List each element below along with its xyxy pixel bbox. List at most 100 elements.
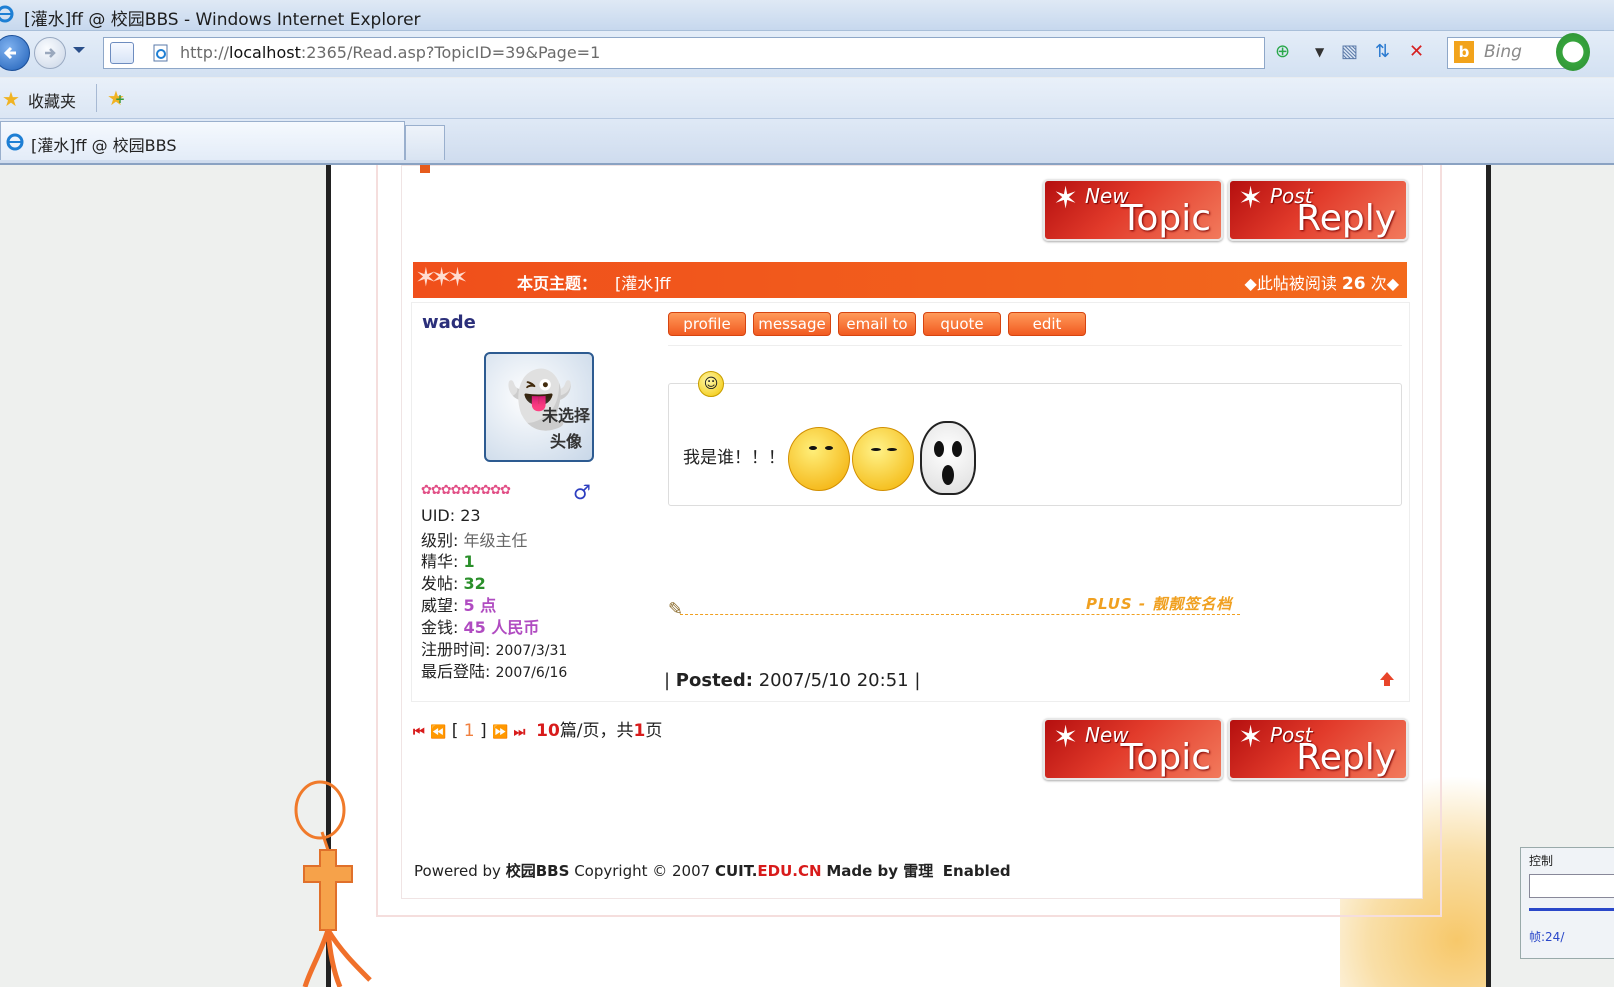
scream-mask-icon <box>920 421 976 495</box>
ie-logo-icon <box>0 5 14 23</box>
new-topic-big-label: Topic <box>1120 198 1211 239</box>
stat-last-login: 最后登陆: 2007/6/16 <box>421 662 568 681</box>
post-message-text: 我是谁！！！ <box>683 448 785 468</box>
male-gender-icon: ♂ <box>573 480 591 504</box>
waving-emoticon-icon <box>788 427 850 491</box>
new-topic-button[interactable]: ✶ New Topic <box>1043 179 1223 241</box>
compatibility-view-icon[interactable]: ▧ <box>1341 41 1358 62</box>
content-frame-right <box>1440 165 1442 917</box>
topic-label: 本页主题： <box>517 274 598 293</box>
post-author[interactable]: wade <box>422 312 476 333</box>
stat-prestige: 威望: 5 点 <box>421 596 497 615</box>
cross-ornament-icon <box>294 780 372 987</box>
post-reply-button[interactable]: ✶ Post Reply <box>1228 179 1408 241</box>
profile-button[interactable]: profile <box>668 312 746 336</box>
tab-ie-icon <box>6 133 24 151</box>
stat-posts: 发帖: 32 <box>421 574 486 593</box>
add-on-icon[interactable]: ⊕ <box>1275 41 1290 62</box>
post-reply-button-bottom[interactable]: ✶ Post Reply <box>1228 718 1408 780</box>
back-arrow-icon <box>3 46 16 60</box>
stop-icon[interactable]: ✕ <box>1409 41 1424 62</box>
search-go-button[interactable] <box>1556 33 1590 71</box>
control-label: 控制 <box>1529 854 1554 868</box>
post-reply-big-label: Reply <box>1296 737 1396 778</box>
smiley-icon: ☺ <box>698 371 724 397</box>
back-to-top-icon[interactable] <box>1379 671 1395 687</box>
bing-logo-icon: b <box>1454 41 1474 63</box>
search-input[interactable]: b Bing <box>1447 37 1569 69</box>
avatar-text-line1: 未选择 <box>542 406 591 425</box>
address-field[interactable]: http://localhost:2365/Read.asp?TopicID=3… <box>103 37 1265 69</box>
recent-pages-dropdown-icon[interactable] <box>72 45 86 55</box>
address-toolbar: http://localhost:2365/Read.asp?TopicID=3… <box>0 31 1614 77</box>
window-title: [灌水]ff @ 校园BBS - Windows Internet Explor… <box>24 10 421 30</box>
prev-page-icon[interactable]: ⏪ <box>430 725 446 740</box>
burst-icon: ✶ <box>1053 720 1079 755</box>
stat-money: 金钱: 45 人民币 <box>421 618 540 637</box>
back-button[interactable] <box>0 35 30 71</box>
add-favorite-icon[interactable]: ★ + <box>107 86 125 110</box>
burst-icon: ✶ <box>1238 181 1264 216</box>
refresh-icon[interactable]: ⇅ <box>1375 41 1390 62</box>
signature-text: PLUS - 靓靓签名档 <box>1086 595 1233 613</box>
last-page-icon[interactable]: ⏭ <box>514 725 526 740</box>
edit-button[interactable]: edit <box>1008 312 1086 336</box>
forward-arrow-icon <box>45 48 56 58</box>
new-tab-button[interactable] <box>405 125 445 160</box>
per-page-suffix: 篇/页，共 <box>559 721 634 741</box>
thinking-emoticon-icon <box>852 427 914 491</box>
add-tab-icon[interactable] <box>110 42 134 64</box>
new-topic-button-bottom[interactable]: ✶ New Topic <box>1043 718 1223 780</box>
control-box[interactable] <box>1529 874 1614 898</box>
search-placeholder: Bing <box>1484 42 1522 62</box>
email-button[interactable]: email to <box>838 312 916 336</box>
toolbar-divider <box>96 84 97 112</box>
window-title-bar: [灌水]ff @ 校园BBS - Windows Internet Explor… <box>0 0 1614 31</box>
next-page-icon[interactable]: ⏩ <box>492 725 508 740</box>
pagination: ⏮ ⏪ [ 1 ] ⏩ ⏭ 10篇/页，共1页 <box>413 721 663 741</box>
signature-divider <box>680 614 1240 615</box>
page-viewport: ✶ New Topic ✶ Post Reply ✶✶✶ 本页主题： [灌水]f… <box>0 165 1614 987</box>
burst-icon: ✶ <box>1053 181 1079 216</box>
avatar: 👻 未选择 头像 <box>484 352 594 462</box>
post-reply-big-label: Reply <box>1296 198 1396 239</box>
first-page-icon[interactable]: ⏮ <box>413 725 425 740</box>
total-pages: 1 <box>633 721 646 741</box>
rank-stars: ✿✿✿✿✿✿✿✿✿ <box>421 483 511 498</box>
tab-bar: [灌水]ff @ 校园BBS <box>0 119 1614 165</box>
topic-subject: [灌水]ff <box>615 274 671 293</box>
page-border-right <box>1486 165 1491 987</box>
new-topic-big-label: Topic <box>1120 737 1211 778</box>
pencil-icon: ✎ <box>668 599 684 620</box>
header-remnant <box>420 165 430 173</box>
stat-register-date: 注册时间: 2007/3/31 <box>421 640 568 659</box>
star-decoration-icon: ✶✶✶ <box>415 263 468 293</box>
tab-title: [灌水]ff @ 校园BBS <box>31 136 177 155</box>
quote-button[interactable]: quote <box>923 312 1001 336</box>
stat-elite: 精华: 1 <box>421 552 475 571</box>
content-frame-bottom <box>376 915 1442 917</box>
frame-counter: 帧:24/ <box>1529 930 1565 944</box>
favorites-button[interactable]: 收藏夹 <box>28 88 76 112</box>
per-page-count: 10 <box>536 721 560 741</box>
burst-icon: ✶ <box>1238 720 1264 755</box>
total-suffix: 页 <box>645 721 663 741</box>
action-divider <box>668 345 1402 346</box>
page-number[interactable]: 1 <box>464 721 475 741</box>
avatar-text-line2: 头像 <box>550 432 583 451</box>
posted-info: | Posted: 2007/5/10 20:51 | <box>664 670 921 691</box>
message-button[interactable]: message <box>753 312 831 336</box>
active-tab[interactable]: [灌水]ff @ 校园BBS <box>0 121 405 160</box>
control-slider[interactable] <box>1529 908 1614 911</box>
favorites-star-icon[interactable]: ★ <box>2 87 20 111</box>
forward-button[interactable] <box>34 37 66 69</box>
control-panel: 控制 帧:24/ <box>1520 847 1614 959</box>
page-icon <box>153 44 168 62</box>
topic-header-bar: ✶✶✶ 本页主题： [灌水]ff ◆此帖被阅读 26 次◆ <box>413 262 1407 298</box>
url-text[interactable]: http://localhost:2365/Read.asp?TopicID=3… <box>180 43 600 62</box>
footer: Powered by 校园BBS Copyright © 2007 CUIT.E… <box>414 862 1011 880</box>
read-count: ◆此帖被阅读 26 次◆ <box>1244 274 1399 294</box>
url-dropdown-icon[interactable]: ▼ <box>1315 45 1324 59</box>
stat-uid: UID: 23 <box>421 506 481 525</box>
favorites-bar: ★ 收藏夹 ★ + <box>0 78 1614 119</box>
